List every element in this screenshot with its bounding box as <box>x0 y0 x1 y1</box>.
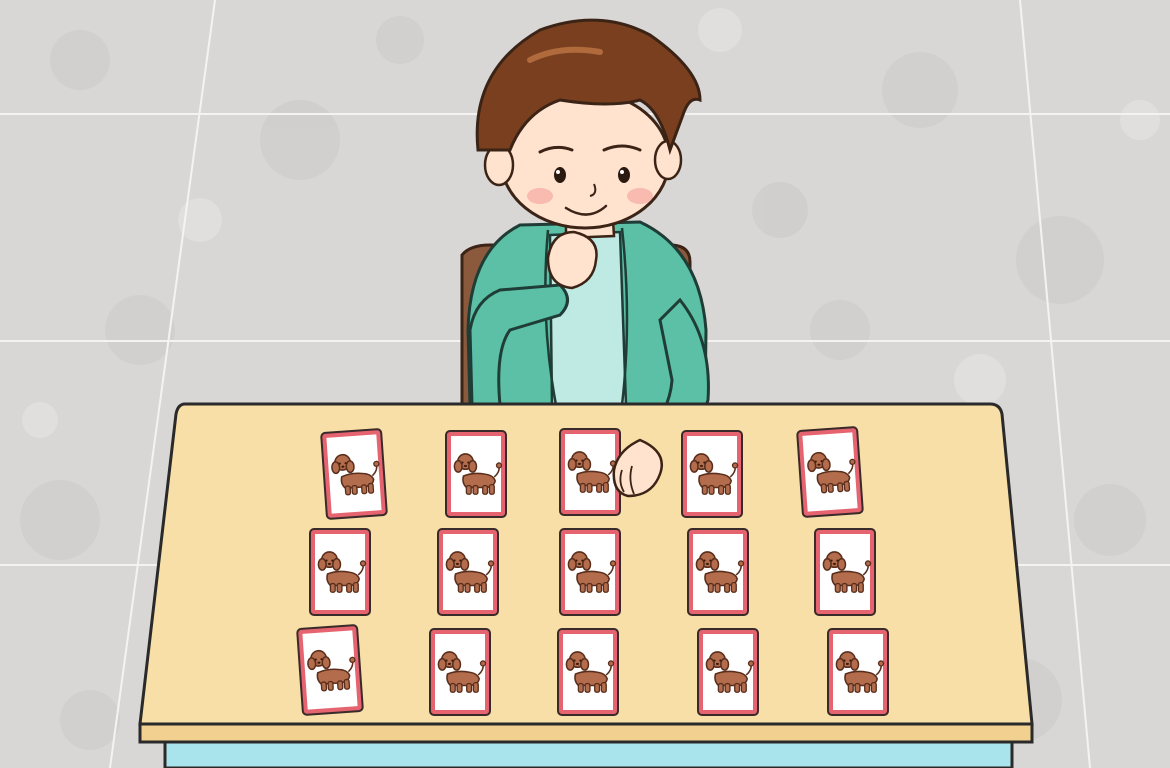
card-1-2[interactable] <box>445 430 507 518</box>
card-3-1[interactable] <box>296 624 364 716</box>
card-1-5[interactable] <box>796 426 864 518</box>
card-1-1[interactable] <box>320 428 388 520</box>
card-2-2[interactable] <box>437 528 499 616</box>
card-1-4[interactable] <box>681 430 743 518</box>
card-2-4[interactable] <box>687 528 749 616</box>
card-1-3[interactable] <box>559 428 621 516</box>
card-2-1[interactable] <box>309 528 371 616</box>
card-3-3[interactable] <box>557 628 619 716</box>
card-3-2[interactable] <box>429 628 491 716</box>
card-2-5[interactable] <box>814 528 876 616</box>
card-2-3[interactable] <box>559 528 621 616</box>
game-scene <box>0 0 1170 768</box>
card-3-5[interactable] <box>827 628 889 716</box>
card-3-4[interactable] <box>697 628 759 716</box>
